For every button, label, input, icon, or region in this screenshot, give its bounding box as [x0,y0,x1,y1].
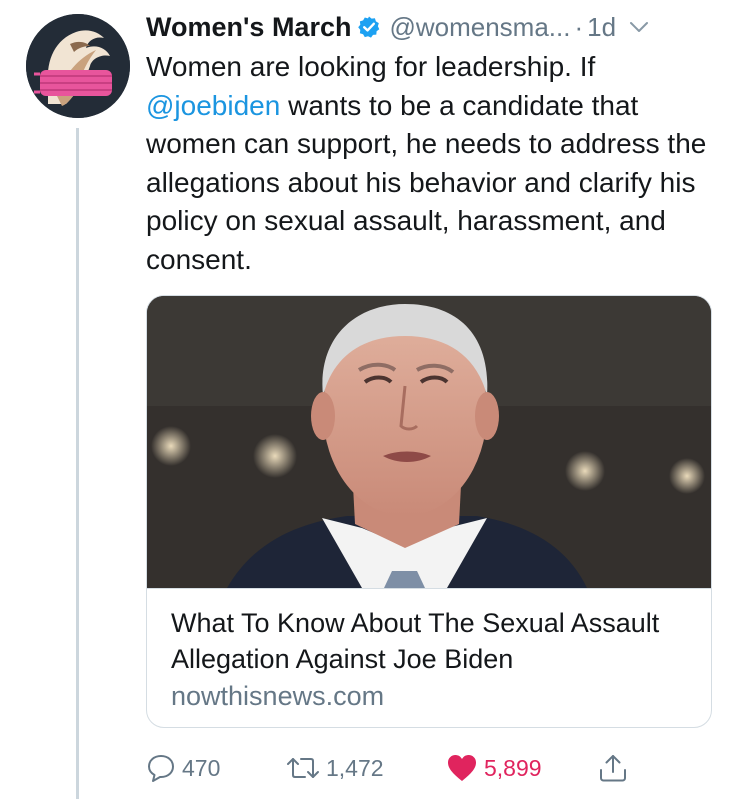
reply-button[interactable]: 470 [146,748,220,788]
card-title: What To Know About The Sexual Assault Al… [171,608,660,674]
tweet[interactable]: Women's March @womensma... · 1d Women ar… [146,10,736,782]
like-count: 5,899 [484,754,542,781]
womens-march-logo-icon [26,14,130,118]
author-handle[interactable]: @womensma... [389,12,570,43]
card-photo [147,296,711,588]
card-body: What To Know About The Sexual Assault Al… [147,588,711,715]
reply-icon [148,755,174,782]
link-card[interactable]: What To Know About The Sexual Assault Al… [146,295,712,728]
tweet-time[interactable]: 1d [587,12,616,43]
chevron-down-icon[interactable] [628,16,650,38]
card-domain: nowthisnews.com [171,681,385,711]
heart-icon [448,755,476,781]
reply-count: 470 [182,754,221,781]
tweet-actions: 470 1,472 5,899 [146,748,736,788]
retweet-button[interactable]: 1,472 [286,748,384,788]
mention-link[interactable]: @joebiden [146,90,280,121]
retweet-icon [287,758,319,778]
share-button[interactable] [598,748,628,788]
like-button[interactable]: 5,899 [446,748,542,788]
retweet-count: 1,472 [326,754,384,781]
card-image [147,296,711,588]
separator-dot: · [574,11,584,42]
share-icon [600,755,626,782]
tweet-header: Women's March @womensma... · 1d [146,10,736,44]
avatar[interactable] [26,14,130,118]
thread-line [76,128,79,799]
verified-badge-icon [358,16,380,38]
author-name[interactable]: Women's March [146,12,351,43]
tweet-text-start: Women are looking for leadership. If [146,51,596,82]
tweet-text: Women are looking for leadership. If @jo… [146,48,726,279]
